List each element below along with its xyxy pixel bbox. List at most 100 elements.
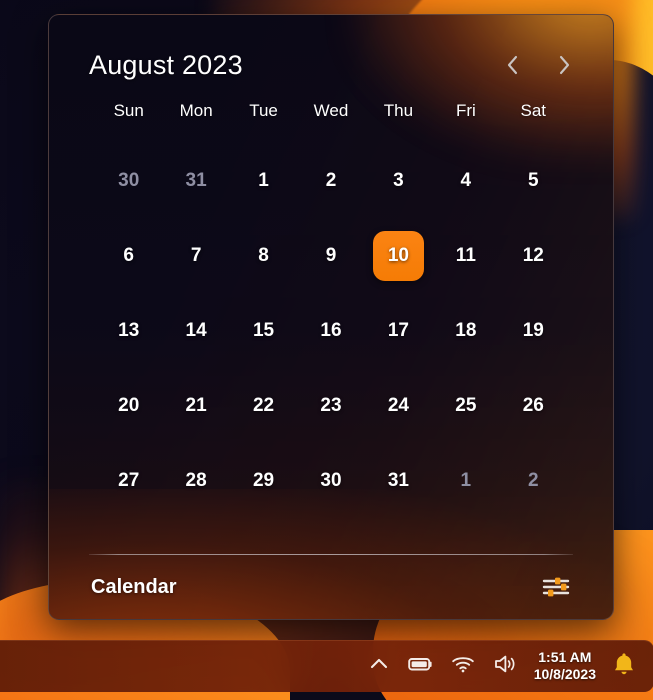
weekday-label-tue: Tue — [249, 101, 278, 120]
system-tray: 1:51 AM 10/8/2023 — [358, 645, 653, 687]
day-cell[interactable]: 29 — [230, 443, 297, 518]
day-number: 30 — [320, 469, 342, 491]
day-cell[interactable]: 23 — [297, 368, 364, 443]
day-cell[interactable]: 25 — [432, 368, 499, 443]
day-number: 22 — [252, 394, 275, 416]
day-number: 17 — [387, 319, 409, 341]
day-cell[interactable]: 16 — [297, 293, 364, 368]
day-cell[interactable]: 7 — [162, 218, 229, 293]
day-number: 1 — [258, 169, 269, 191]
battery-icon — [407, 654, 434, 679]
weekday-label-wed: Wed — [313, 101, 349, 120]
day-cell[interactable]: 22 — [230, 368, 297, 443]
day-number: 7 — [190, 244, 202, 266]
day-number: 31 — [387, 469, 409, 491]
day-cell[interactable]: 19 — [500, 293, 567, 368]
day-cell[interactable]: 24 — [365, 368, 432, 443]
weekday-header-row: Sun Mon Tue Wed Thu Fri Sat — [49, 87, 613, 121]
month-year-title: August 2023 — [89, 49, 243, 80]
day-number: 4 — [460, 169, 472, 191]
weekday-label-thu: Thu — [383, 101, 414, 120]
day-cell[interactable]: 1 — [230, 143, 297, 218]
day-number: 2 — [325, 169, 337, 191]
wifi-button[interactable] — [442, 645, 484, 687]
day-cell[interactable]: 17 — [365, 293, 432, 368]
month-navigation — [499, 50, 577, 80]
previous-month-button[interactable] — [499, 50, 525, 80]
day-grid: 30 31 1 2 3 4 5 6 7 8 9 10 11 12 13 14 15 16 17 18 19 20 21 22 2… — [49, 121, 613, 518]
day-number: 19 — [522, 319, 544, 341]
day-cell[interactable]: 9 — [297, 218, 364, 293]
day-cell[interactable]: 1 — [432, 443, 499, 518]
day-number: 2 — [527, 469, 539, 491]
calendar-footer: Calendar — [49, 555, 613, 619]
chevron-up-icon — [368, 653, 390, 680]
day-cell[interactable]: 13 — [95, 293, 162, 368]
day-cell[interactable]: 11 — [432, 218, 499, 293]
weekday-label-mon: Mon — [179, 101, 213, 120]
day-number: 12 — [522, 244, 544, 266]
calendar-footer-label: Calendar — [91, 575, 177, 598]
day-cell[interactable]: 3 — [365, 143, 432, 218]
clock-button[interactable]: 1:51 AM 10/8/2023 — [526, 649, 606, 683]
wifi-icon — [451, 654, 475, 679]
calendar-flyout-panel: August 2023 Sun Mon Tue Wed Thu Fri Sat … — [48, 14, 614, 620]
day-number: 15 — [252, 319, 275, 341]
day-cell[interactable]: 18 — [432, 293, 499, 368]
day-cell[interactable]: 8 — [230, 218, 297, 293]
day-number: 24 — [387, 394, 409, 416]
day-cell[interactable]: 30 — [297, 443, 364, 518]
day-number: 13 — [118, 319, 140, 341]
weekday-label-sat: Sat — [520, 101, 547, 120]
day-number: 10 — [372, 230, 424, 281]
chevron-left-icon — [505, 53, 520, 77]
next-month-button[interactable] — [551, 50, 577, 80]
day-number: 28 — [185, 469, 207, 491]
day-cell[interactable]: 31 — [365, 443, 432, 518]
day-number: 29 — [252, 469, 275, 491]
day-cell[interactable]: 14 — [162, 293, 229, 368]
day-cell[interactable]: 27 — [95, 443, 162, 518]
calendar-header: August 2023 — [49, 15, 613, 87]
calendar-footer-wrap: Calendar — [49, 554, 613, 619]
day-number: 18 — [455, 319, 477, 341]
day-number: 14 — [185, 319, 207, 341]
day-cell[interactable]: 30 — [95, 143, 162, 218]
day-cell[interactable]: 21 — [162, 368, 229, 443]
day-cell[interactable]: 12 — [500, 218, 567, 293]
day-cell[interactable]: 4 — [432, 143, 499, 218]
day-number: 1 — [460, 469, 472, 491]
day-cell[interactable]: 5 — [500, 143, 567, 218]
chevron-right-icon — [557, 53, 572, 77]
day-number: 9 — [325, 244, 337, 266]
clock-date: 10/8/2023 — [533, 666, 596, 682]
sliders-icon[interactable] — [541, 575, 571, 599]
day-number: 26 — [522, 394, 544, 416]
day-number: 30 — [118, 169, 140, 191]
show-hidden-icons-button[interactable] — [358, 645, 400, 687]
day-number: 31 — [185, 169, 207, 191]
day-cell[interactable]: 31 — [162, 143, 229, 218]
day-number: 5 — [527, 169, 539, 191]
day-cell[interactable]: 6 — [95, 218, 162, 293]
day-cell[interactable]: 28 — [162, 443, 229, 518]
day-cell[interactable]: 2 — [297, 143, 364, 218]
volume-button[interactable] — [484, 645, 526, 687]
weekday-label-sun: Sun — [113, 101, 144, 120]
bell-icon — [612, 651, 636, 682]
day-cell[interactable]: 20 — [95, 368, 162, 443]
day-cell[interactable]: 26 — [500, 368, 567, 443]
notifications-button[interactable] — [606, 645, 642, 687]
battery-button[interactable] — [400, 645, 442, 687]
day-number: 23 — [320, 394, 342, 416]
day-number: 6 — [123, 244, 134, 266]
day-number: 27 — [118, 469, 140, 491]
day-cell[interactable]: 15 — [230, 293, 297, 368]
day-cell[interactable]: 2 — [500, 443, 567, 518]
speaker-icon — [492, 653, 518, 680]
day-number: 16 — [320, 319, 342, 341]
day-cell-selected[interactable]: 10 — [365, 218, 432, 293]
clock-time: 1:51 AM — [538, 649, 592, 665]
day-number: 21 — [185, 394, 207, 416]
desktop-wallpaper: August 2023 Sun Mon Tue Wed Thu Fri Sat … — [0, 0, 653, 700]
